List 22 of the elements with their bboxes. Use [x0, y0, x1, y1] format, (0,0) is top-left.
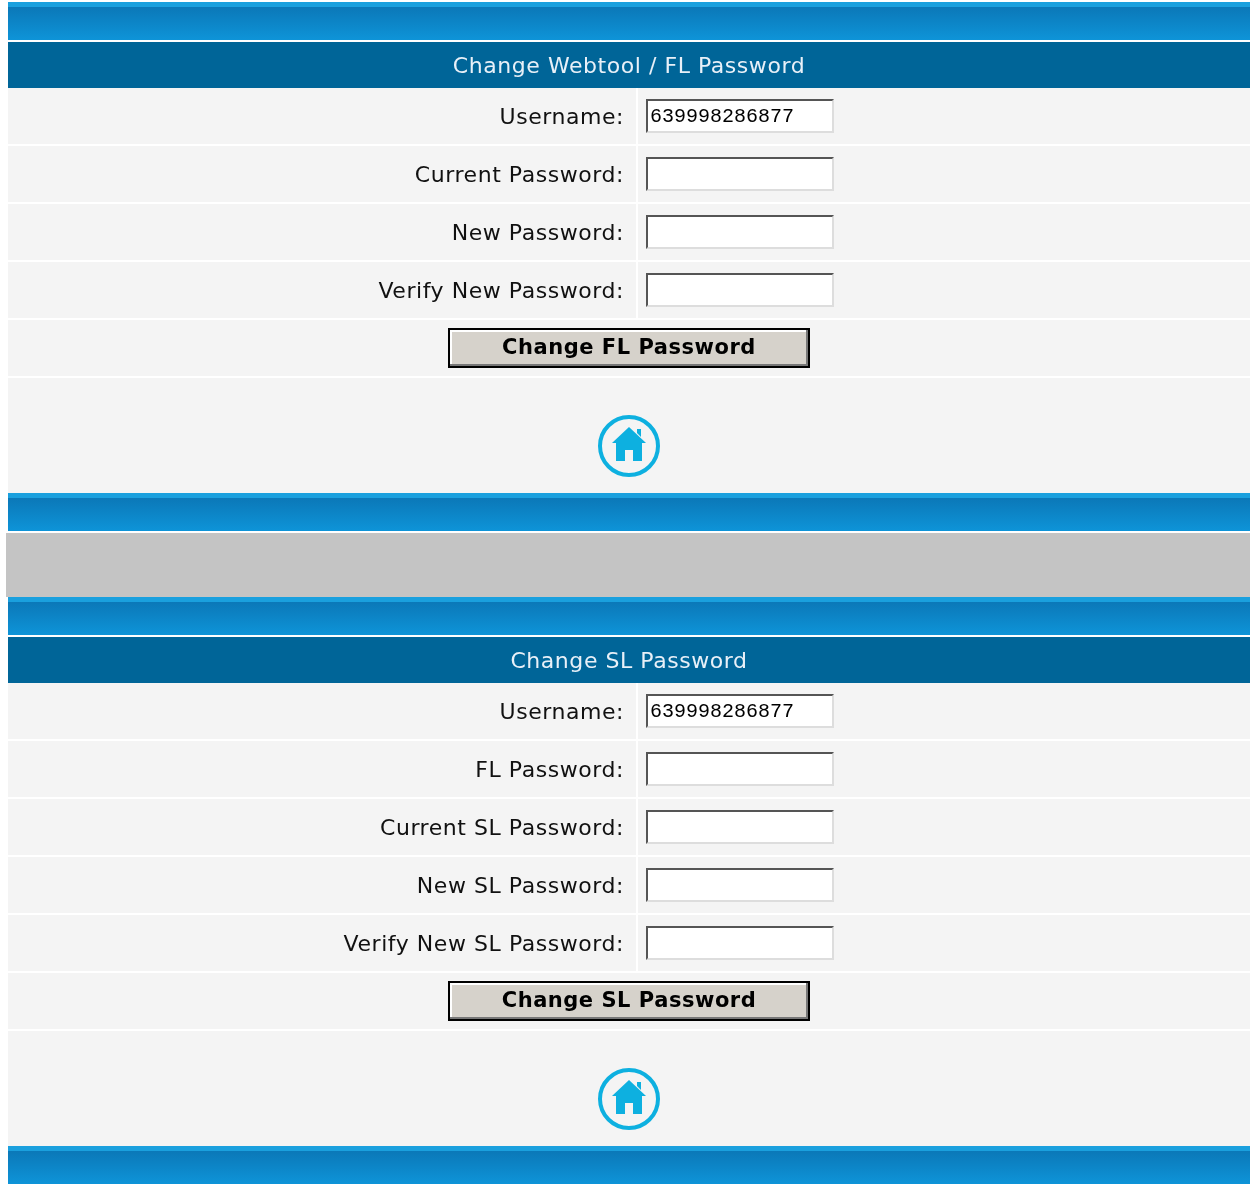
text-field[interactable] [646, 868, 834, 902]
text-field[interactable] [646, 215, 834, 249]
field-label: Current Password: [414, 160, 624, 189]
field-label: FL Password: [475, 755, 624, 784]
field-label: Verify New Password: [378, 276, 624, 305]
text-field[interactable] [646, 752, 834, 786]
section-title: Change SL Password [8, 637, 1250, 683]
field-label: New Password: [451, 218, 624, 247]
field-label: New SL Password: [416, 871, 624, 900]
submit-button[interactable]: Change SL Password [448, 981, 810, 1021]
text-field[interactable]: 639998286877 [646, 99, 834, 133]
submit-button[interactable]: Change FL Password [448, 328, 810, 368]
text-field[interactable] [646, 810, 834, 844]
field-label: Current SL Password: [380, 813, 624, 842]
text-field[interactable] [646, 273, 834, 307]
text-field[interactable]: 639998286877 [646, 694, 834, 728]
field-label: Username: [499, 102, 624, 131]
section-title: Change Webtool / FL Password [8, 42, 1250, 88]
text-field[interactable] [646, 157, 834, 191]
field-label: Username: [499, 697, 624, 726]
text-field[interactable] [646, 926, 834, 960]
field-label: Verify New SL Password: [343, 929, 624, 958]
